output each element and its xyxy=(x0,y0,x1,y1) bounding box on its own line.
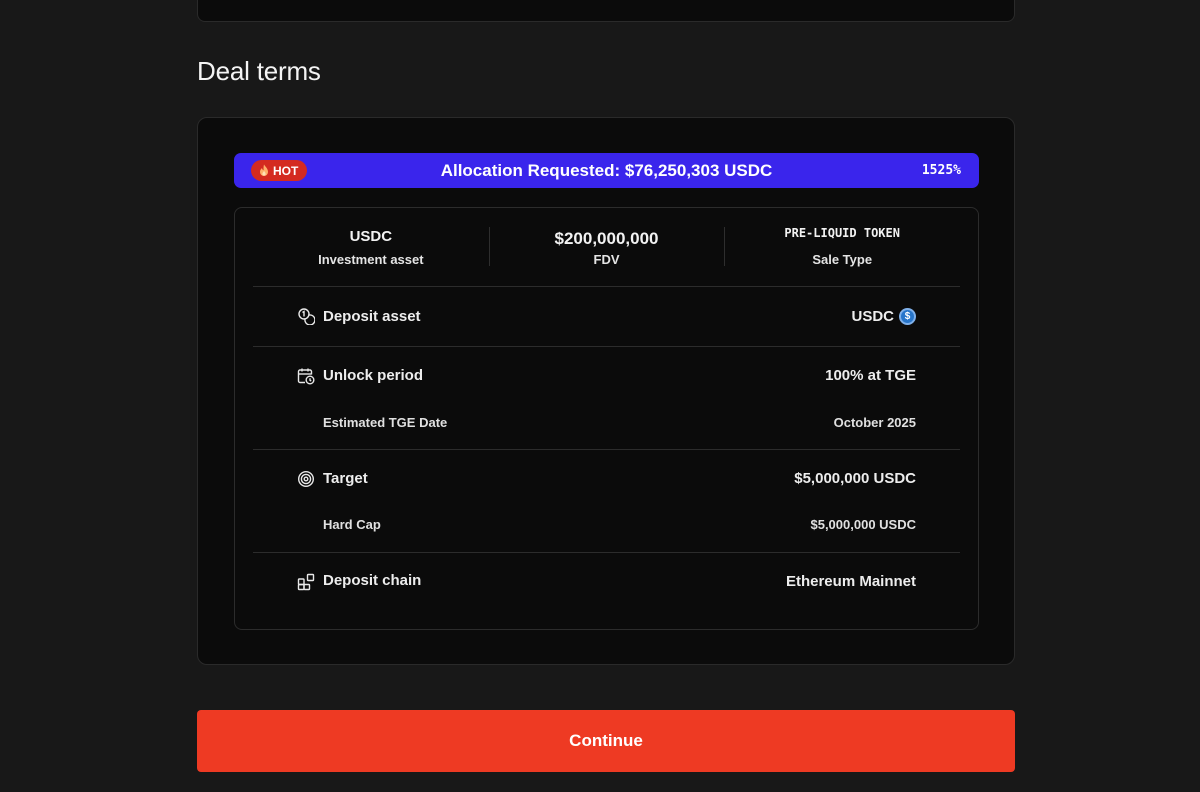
continue-button[interactable]: Continue xyxy=(197,710,1015,772)
unlock-period-value: 100% at TGE xyxy=(825,367,916,384)
allocation-banner: HOT Allocation Requested: $76,250,303 US… xyxy=(234,153,979,188)
stat-sale-type: PRE-LIQUID TOKEN Sale Type xyxy=(724,208,960,287)
previous-section-card xyxy=(197,0,1015,22)
target-value: $5,000,000 USDC xyxy=(794,470,916,487)
target-label: Target xyxy=(323,470,368,487)
stat-value: PRE-LIQUID TOKEN xyxy=(784,226,900,240)
deposit-asset-value: USDC $ xyxy=(851,308,916,325)
target-icon xyxy=(297,470,315,488)
stat-label: FDV xyxy=(593,252,620,267)
stat-value: USDC xyxy=(349,228,393,245)
estimated-tge-label: Estimated TGE Date xyxy=(323,415,448,430)
divider xyxy=(253,346,960,347)
hard-cap-value: $5,000,000 USDC xyxy=(810,517,916,532)
deposit-chain-label: Deposit chain xyxy=(323,572,422,589)
allocation-requested-text: Allocation Requested: $76,250,303 USDC xyxy=(440,161,773,180)
deposit-asset-label: Deposit asset xyxy=(323,308,421,325)
stat-fdv: $200,000,000 FDV xyxy=(488,208,725,287)
deal-details-panel: USDC Investment asset $200,000,000 FDV P… xyxy=(234,207,979,630)
deal-terms-card: HOT Allocation Requested: $76,250,303 US… xyxy=(197,117,1015,665)
stat-investment-asset: USDC Investment asset xyxy=(253,208,489,287)
section-title: Deal terms xyxy=(197,56,321,86)
allocation-percent: 1525% xyxy=(921,163,961,178)
divider xyxy=(253,286,960,287)
blocks-icon xyxy=(297,573,315,591)
calendar-clock-icon xyxy=(297,368,315,385)
divider xyxy=(253,449,960,450)
deal-stats: USDC Investment asset $200,000,000 FDV P… xyxy=(253,208,960,287)
hard-cap-label: Hard Cap xyxy=(323,517,381,532)
deposit-asset-text: USDC xyxy=(851,308,894,325)
deposit-chain-value: Ethereum Mainnet xyxy=(785,573,916,590)
divider xyxy=(253,552,960,553)
stat-label: Sale Type xyxy=(812,252,873,267)
unlock-period-label: Unlock period xyxy=(323,367,424,384)
page: Deal terms HOT Allocation Requested: $76… xyxy=(0,0,1200,792)
stat-value: $200,000,000 xyxy=(554,229,659,248)
estimated-tge-value: October 2025 xyxy=(833,415,916,430)
coins-icon xyxy=(298,308,315,325)
usdc-coin-icon: $ xyxy=(899,308,916,325)
stat-label: Investment asset xyxy=(318,252,424,267)
